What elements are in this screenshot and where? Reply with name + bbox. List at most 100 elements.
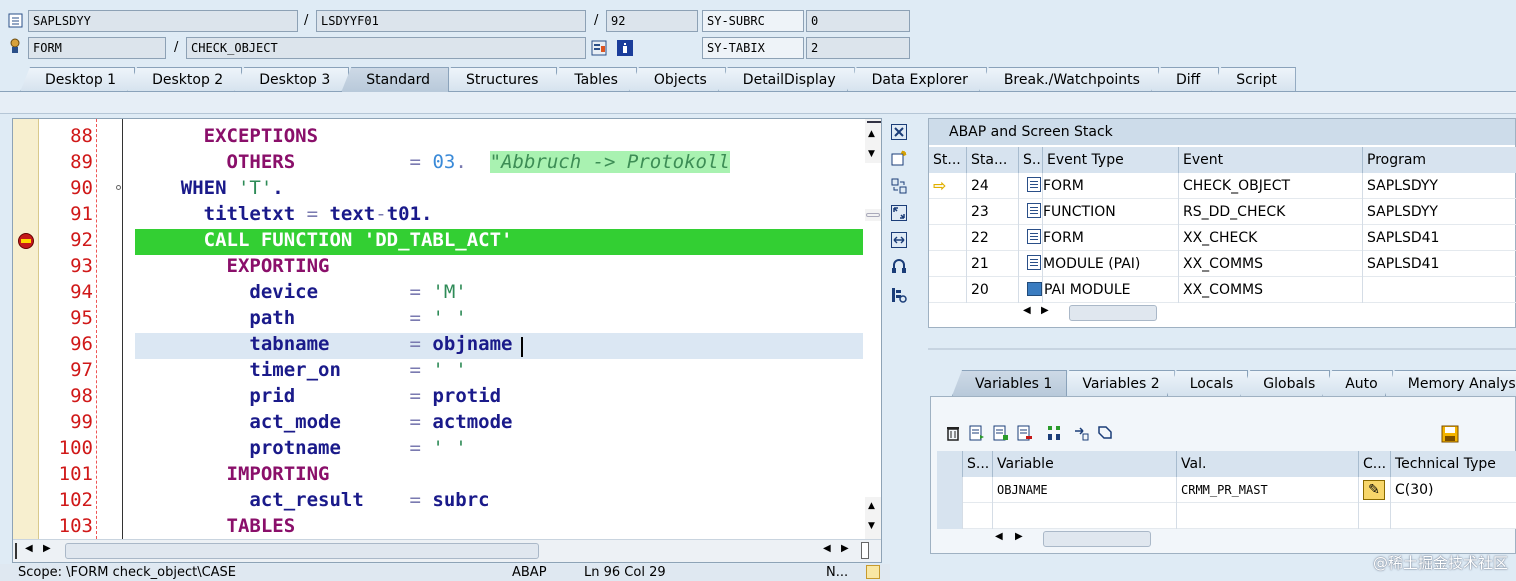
line-field: 92 [606,10,698,32]
scroll-left-arrow-icon[interactable]: ◀ [1023,305,1031,316]
code-line[interactable]: 90 WHEN 'T'. [13,175,869,201]
scroll-up-arrow-icon[interactable]: ▲ [868,129,875,139]
services-icon[interactable] [889,257,909,277]
delete-icon[interactable] [945,425,961,441]
var-tab-locals[interactable]: Locals [1166,370,1249,396]
stack-row[interactable]: 23 FUNCTION RS_DD_CHECK SAPLSDYY [929,199,1516,225]
expand-horizontal-icon[interactable] [889,230,909,250]
code-line[interactable]: 103 TABLES [13,513,869,539]
code-line[interactable]: 99 act_mode = actmode [13,409,869,435]
close-icon[interactable] [889,122,909,142]
stack-hscroll-thumb[interactable] [1069,305,1157,321]
code-token: = [295,385,433,407]
var-tab-memory-analysis[interactable]: Memory Analysis [1384,370,1516,396]
stack-row[interactable]: 22 FORM XX_CHECK SAPLSD41 [929,225,1516,251]
var-tab-auto[interactable]: Auto [1322,370,1393,396]
var-tab-variables-2[interactable]: Variables 2 [1059,370,1175,396]
code-line[interactable]: 93 EXPORTING [13,253,869,279]
line-number: 103 [58,515,93,537]
code-token: protname [135,437,341,459]
scroll-right-arrow-icon[interactable]: ▶ [1041,305,1049,316]
code-line[interactable]: 101 IMPORTING [13,461,869,487]
scroll-up-arrow-icon[interactable]: ▲ [868,501,875,511]
stack-program: SAPLSDYY [1363,173,1516,199]
tab-tables[interactable]: Tables [549,67,637,92]
tab-standard[interactable]: Standard [341,67,449,92]
code-line[interactable]: 94 device = 'M' [13,279,869,305]
tab-objects[interactable]: Objects [628,67,726,92]
code-line[interactable]: 88 EXCEPTIONS [13,123,869,149]
variables-hscroll-thumb[interactable] [1043,531,1151,547]
editor-vscroll-top[interactable]: ▲ ▼ [865,119,881,163]
change-value-cell [1359,503,1391,529]
tab-desktop-2[interactable]: Desktop 2 [127,67,243,92]
save-icon[interactable] [1441,425,1459,443]
code-line[interactable]: 95 path = ' ' [13,305,869,331]
variables-row[interactable]: OBJNAME CRMM_PR_MAST ✎ C(30) [937,477,1516,503]
transfer-icon[interactable] [1073,425,1089,441]
scroll-left-arrow-icon[interactable]: ◀ [25,543,33,554]
scroll-right-arrow-icon[interactable]: ▶ [841,543,849,554]
source-editor[interactable]: 88 EXCEPTIONS 89 OTHERS = 03. "Abbruch ->… [12,118,882,563]
swap-tool-icon[interactable] [889,176,909,196]
tag-icon[interactable] [1097,425,1113,441]
tab-desktop-1[interactable]: Desktop 1 [20,67,136,92]
code-line[interactable]: 92 CALL FUNCTION 'DD_TABL_ACT' [13,227,869,253]
code-token: device [135,281,319,303]
scroll-right-arrow-icon[interactable]: ▶ [1015,531,1023,542]
var-tab-globals[interactable]: Globals [1240,370,1331,396]
scroll-right-arrow-icon[interactable]: ▶ [43,543,51,554]
stack-col-header: Event Type [1043,147,1179,173]
tab-detaildisplay[interactable]: DetailDisplay [717,67,855,92]
editor-hscroll[interactable]: ◀ ▶ ◀ ▶ [13,539,881,562]
code-token: = [329,333,433,355]
hscroll-thumb[interactable] [65,543,539,559]
row-selector[interactable] [937,477,963,503]
new-tool-icon[interactable] [889,148,909,168]
editor-vscroll-bottom[interactable]: ▲ ▼ [865,497,881,539]
stack-row[interactable]: 21 MODULE (PAI) XX_COMMS SAPLSD41 [929,251,1516,277]
row-selector[interactable] [937,503,963,529]
stack-row[interactable]: 20 PAI MODULE XX_COMMS [929,277,1516,303]
hierarchy-icon[interactable] [1047,425,1065,441]
insert-row-icon[interactable] [969,425,985,441]
display-object-icon[interactable] [591,40,607,56]
code-line[interactable]: 91 titletxt = text-t01. [13,201,869,227]
code-token: subrc [432,489,490,511]
tab-diff[interactable]: Diff [1150,67,1220,92]
tab-desktop-3[interactable]: Desktop 3 [234,67,350,92]
tool-settings-icon[interactable] [889,285,909,305]
scroll-mark [867,121,881,124]
scroll-left-arrow-icon[interactable]: ◀ [823,543,831,554]
maximize-icon[interactable] [889,203,909,223]
info-icon[interactable] [617,40,633,56]
panel-splitter[interactable] [928,348,1516,350]
remove-row-icon[interactable] [1017,425,1033,441]
event-type-text: FORM [1043,178,1084,194]
code-line[interactable]: 100 protname = ' ' [13,435,869,461]
scroll-left-arrow-icon[interactable]: ◀ [995,531,1003,542]
code-line[interactable]: 98 prid = protid [13,383,869,409]
scroll-down-arrow-icon[interactable]: ▼ [868,149,875,159]
var-tab-variables-1[interactable]: Variables 1 [952,370,1068,396]
scroll-down-arrow-icon[interactable]: ▼ [868,521,875,531]
tab-data-explorer[interactable]: Data Explorer [846,67,987,92]
stack-row[interactable]: ⇨ 24 FORM CHECK_OBJECT SAPLSDYY [929,173,1516,199]
editor-split-handle[interactable] [865,209,881,221]
append-row-icon[interactable] [993,425,1009,441]
tab-script[interactable]: Script [1211,67,1296,92]
code-line[interactable]: 96 tabname = objname [13,331,869,357]
code-line[interactable]: 102 act_result = subrc [13,487,869,513]
stack-level: 21 [967,251,1019,277]
tab-break-watchpoints[interactable]: Break./Watchpoints [978,67,1159,92]
code-line[interactable]: 97 timer_on = ' ' [13,357,869,383]
variables-row[interactable] [937,503,1516,529]
edit-pencil-icon[interactable]: ✎ [1363,480,1385,500]
code-line[interactable]: 89 OTHERS = 03. "Abbruch -> Protokoll [13,149,869,175]
variables-toolbar [945,425,1113,441]
row-selector-header[interactable] [937,451,963,477]
tab-structures[interactable]: Structures [440,67,558,92]
subrc-label: SY-SUBRC [702,10,804,32]
status-note-icon[interactable] [866,565,880,579]
variables-col-header: Technical Type [1391,451,1516,477]
